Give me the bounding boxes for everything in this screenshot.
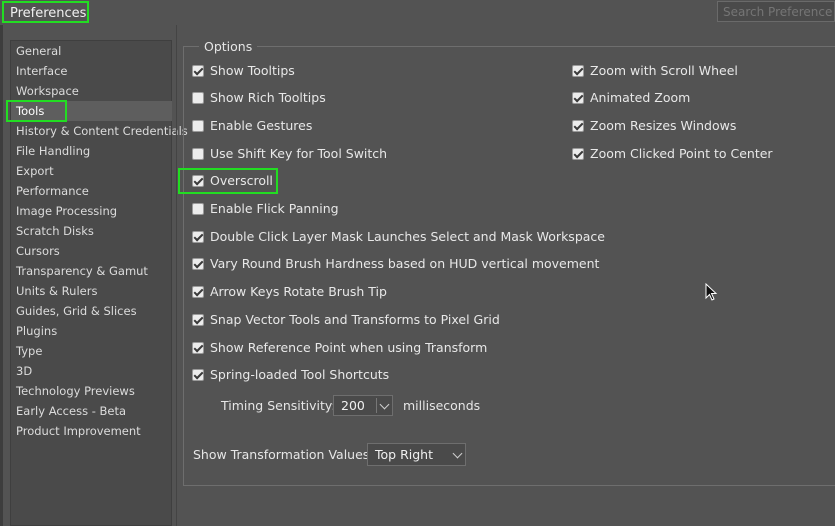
- sidebar-item-guides[interactable]: Guides, Grid & Slices: [11, 301, 137, 321]
- sidebar: General Interface Workspace Tools Histor…: [6, 40, 188, 526]
- highlight-box: [6, 100, 67, 122]
- sidebar-item-product-improvement[interactable]: Product Improvement: [11, 421, 141, 441]
- checkbox[interactable]: [572, 65, 584, 77]
- chevron-down-icon[interactable]: [452, 448, 463, 459]
- sidebar-item-plugins[interactable]: Plugins: [11, 321, 57, 341]
- sidebar-item-tools[interactable]: Tools: [6, 100, 172, 122]
- mouse-cursor-icon: [705, 282, 719, 307]
- window-title: Preferences: [2, 1, 89, 23]
- options-group-label: Options: [199, 39, 258, 55]
- timing-sensitivity-label: Timing Sensitivity:: [221, 398, 336, 413]
- checkbox[interactable]: [572, 92, 584, 104]
- checkbox[interactable]: [192, 286, 204, 298]
- search-input[interactable]: [717, 1, 835, 22]
- sidebar-item-transparency[interactable]: Transparency & Gamut: [11, 261, 148, 281]
- checkbox[interactable]: [192, 314, 204, 326]
- option-label: Show Reference Point when using Transfor…: [210, 340, 488, 355]
- option-label: Zoom with Scroll Wheel: [590, 63, 738, 78]
- sidebar-item-workspace[interactable]: Workspace: [11, 81, 79, 101]
- checkbox[interactable]: [192, 148, 204, 160]
- checkbox[interactable]: [192, 258, 204, 270]
- checkbox[interactable]: [192, 342, 204, 354]
- sidebar-item-performance[interactable]: Performance: [11, 181, 89, 201]
- checkbox[interactable]: [192, 120, 204, 132]
- option-label: Snap Vector Tools and Transforms to Pixe…: [210, 312, 500, 327]
- checkbox[interactable]: [192, 369, 204, 381]
- sidebar-item-file-handling[interactable]: File Handling: [11, 141, 90, 161]
- option-label: Double Click Layer Mask Launches Select …: [210, 229, 605, 244]
- checkbox[interactable]: [572, 120, 584, 132]
- panel-divider: [176, 25, 177, 526]
- sidebar-item-scratch-disks[interactable]: Scratch Disks: [11, 221, 94, 241]
- timing-sensitivity-combo[interactable]: 200: [333, 395, 393, 416]
- sidebar-item-general[interactable]: General: [11, 41, 61, 61]
- checkbox[interactable]: [192, 175, 204, 187]
- checkbox[interactable]: [192, 65, 204, 77]
- title-bar: Preferences: [0, 0, 835, 25]
- option-label: Overscroll: [210, 173, 273, 188]
- checkbox[interactable]: [192, 92, 204, 104]
- sidebar-item-type[interactable]: Type: [11, 341, 42, 361]
- transformation-values-value: Top Right: [375, 447, 433, 462]
- option-label: Vary Round Brush Hardness based on HUD v…: [210, 256, 600, 271]
- sidebar-item-3d[interactable]: 3D: [11, 361, 32, 381]
- checkbox[interactable]: [572, 148, 584, 160]
- option-label: Spring-loaded Tool Shortcuts: [210, 367, 390, 382]
- left-edge: [0, 25, 3, 526]
- sidebar-item-export[interactable]: Export: [11, 161, 54, 181]
- option-label: Animated Zoom: [590, 90, 691, 105]
- sidebar-item-units[interactable]: Units & Rulers: [11, 281, 97, 301]
- combo-separator: [376, 398, 377, 413]
- milliseconds-label: milliseconds: [403, 398, 481, 413]
- sidebar-item-image-processing[interactable]: Image Processing: [11, 201, 117, 221]
- transformation-values-select[interactable]: Top Right: [367, 443, 466, 466]
- sidebar-item-early-access[interactable]: Early Access - Beta: [11, 401, 126, 421]
- option-label: Arrow Keys Rotate Brush Tip: [210, 284, 387, 299]
- option-label: Enable Flick Panning: [210, 201, 339, 216]
- sidebar-item-interface[interactable]: Interface: [11, 61, 68, 81]
- option-label: Enable Gestures: [210, 118, 313, 133]
- option-label: Show Tooltips: [210, 63, 295, 78]
- option-label: Zoom Clicked Point to Center: [590, 146, 773, 161]
- checkbox[interactable]: [192, 231, 204, 243]
- option-label: Use Shift Key for Tool Switch: [210, 146, 388, 161]
- timing-sensitivity-value: 200: [341, 398, 365, 413]
- sidebar-item-cursors[interactable]: Cursors: [11, 241, 60, 261]
- checkbox[interactable]: [192, 203, 204, 215]
- chevron-down-icon[interactable]: [379, 399, 390, 410]
- sidebar-item-history[interactable]: History & Content Credentials: [11, 121, 188, 141]
- sidebar-item-technology-previews[interactable]: Technology Previews: [11, 381, 135, 401]
- option-label: Zoom Resizes Windows: [590, 118, 737, 133]
- option-label: Show Rich Tooltips: [210, 90, 326, 105]
- transformation-values-label: Show Transformation Values:: [193, 447, 374, 462]
